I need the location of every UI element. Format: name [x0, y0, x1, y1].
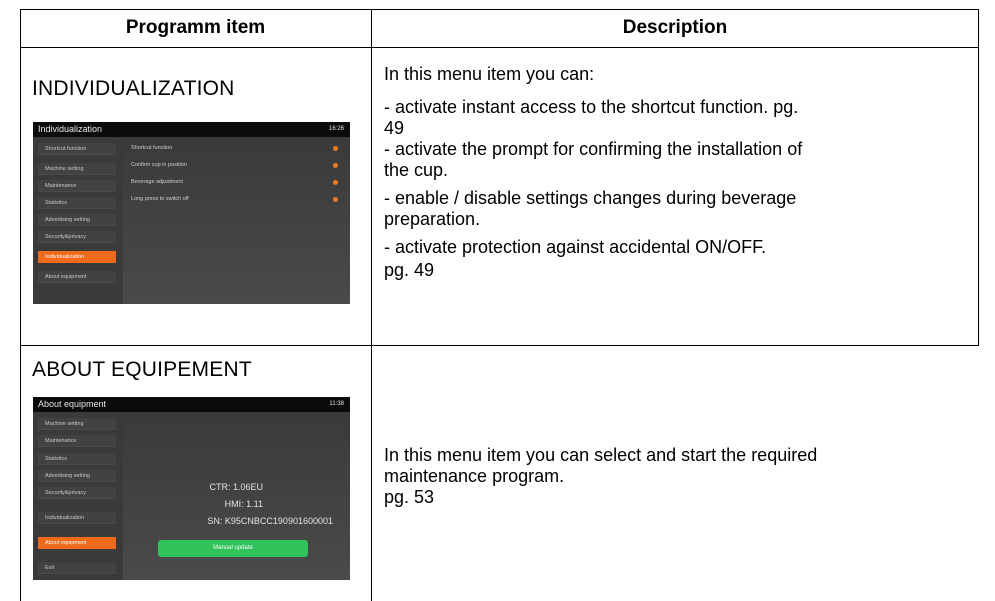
header-programm-item: Programm item: [125, 17, 266, 38]
desc-intro: In this menu item you can:: [384, 64, 595, 84]
sidebar-item-shortcut[interactable]: Shortcut function: [38, 143, 116, 155]
desc-line: - activate instant access to the shortcu…: [384, 97, 799, 117]
desc-line: - activate protection against accidental…: [384, 237, 767, 257]
item-title-about-equipement: ABOUT EQUIPEMENT: [32, 358, 252, 381]
desc-line: - activate the prompt for confirming the…: [384, 139, 803, 159]
toggle-beverage-adjust[interactable]: [333, 180, 338, 185]
screen-titlebar: Individualization 16:26: [33, 122, 350, 137]
sidebar-item-maintenance[interactable]: Maintenance: [38, 180, 116, 192]
table-right-border: [978, 9, 979, 345]
serial-number: SN: K95CNBCC190901600001: [207, 516, 333, 526]
desc-line: the cup.: [384, 160, 449, 180]
screen-sidebar: Shortcut function Machine setting Mainte…: [33, 137, 123, 304]
description-individualization: In this menu item you can: - activate in…: [384, 64, 969, 281]
desc-line: maintenance program.: [384, 466, 565, 486]
sidebar-item-advertising[interactable]: Advertising setting: [38, 470, 116, 482]
column-divider: [371, 9, 372, 601]
screen-title: Individualization: [38, 124, 103, 134]
toggle-confirm-cup[interactable]: [333, 163, 338, 168]
screen-sidebar: Machine setting Maintenance Statistics A…: [33, 412, 123, 580]
sidebar-item-about[interactable]: About equipment: [38, 537, 116, 549]
desc-line: In this menu item you can select and sta…: [384, 445, 818, 465]
option-shortcut[interactable]: Shortcut function: [131, 145, 172, 151]
program-table: Programm item Description INDIVIDUALIZAT…: [20, 9, 979, 601]
header-bottom-border: [20, 47, 979, 48]
item-title-individualization: INDIVIDUALIZATION: [32, 77, 235, 100]
desc-line: pg. 49: [384, 260, 435, 280]
desc-line: pg. 53: [384, 487, 435, 507]
desc-line: - enable / disable settings changes duri…: [384, 188, 797, 208]
toggle-long-press[interactable]: [333, 197, 338, 202]
sidebar-item-statistics[interactable]: Statistics: [38, 197, 116, 209]
screen-main: CTR: 1.06EU HMI: 1.11 SN: K95CNBCC190901…: [123, 412, 350, 580]
option-confirm-cup[interactable]: Confirm cup in position: [131, 162, 187, 168]
screen-time: 11:38: [329, 401, 344, 407]
screen-main: Shortcut function Confirm cup in positio…: [123, 137, 350, 304]
sidebar-item-machine-setting[interactable]: Machine setting: [38, 418, 116, 430]
option-beverage-adjust[interactable]: Beverage adjustment: [131, 179, 183, 185]
description-about-equipement: In this menu item you can select and sta…: [384, 445, 969, 508]
sidebar-item-individualization[interactable]: Individualization: [38, 251, 116, 263]
option-long-press[interactable]: Long press to switch off: [131, 196, 189, 202]
toggle-shortcut[interactable]: [333, 146, 338, 151]
desc-line: 49: [384, 118, 405, 138]
sidebar-item-security[interactable]: Security&privacy: [38, 231, 116, 243]
row-divider: [20, 345, 979, 346]
ctr-version: CTR: 1.06EU: [209, 482, 263, 492]
sidebar-item-exit[interactable]: Exit: [38, 562, 116, 574]
screen-time: 16:26: [328, 126, 344, 132]
header-description: Description: [622, 17, 728, 38]
sidebar-item-machine-setting[interactable]: Machine setting: [38, 163, 116, 175]
screen-title: About equipment: [38, 399, 107, 409]
sidebar-item-about[interactable]: About equipment: [38, 271, 116, 283]
table-left-border: [20, 9, 21, 601]
manual-update-button[interactable]: Manual update: [158, 540, 308, 557]
about-equipment-screenshot: About equipment 11:38 Machine setting Ma…: [33, 397, 350, 580]
sidebar-item-advertising[interactable]: Advertising setting: [38, 214, 116, 226]
hmi-version: HMI: 1.11: [224, 499, 263, 509]
sidebar-item-individualization[interactable]: Individualization: [38, 512, 116, 524]
sidebar-item-security[interactable]: Security&privacy: [38, 487, 116, 499]
desc-line: preparation.: [384, 209, 481, 229]
sidebar-item-maintenance[interactable]: Maintenance: [38, 435, 116, 447]
sidebar-item-statistics[interactable]: Statistics: [38, 453, 116, 465]
individualization-screenshot: Individualization 16:26 Shortcut functio…: [33, 122, 350, 304]
screen-titlebar: About equipment 11:38: [33, 397, 350, 412]
